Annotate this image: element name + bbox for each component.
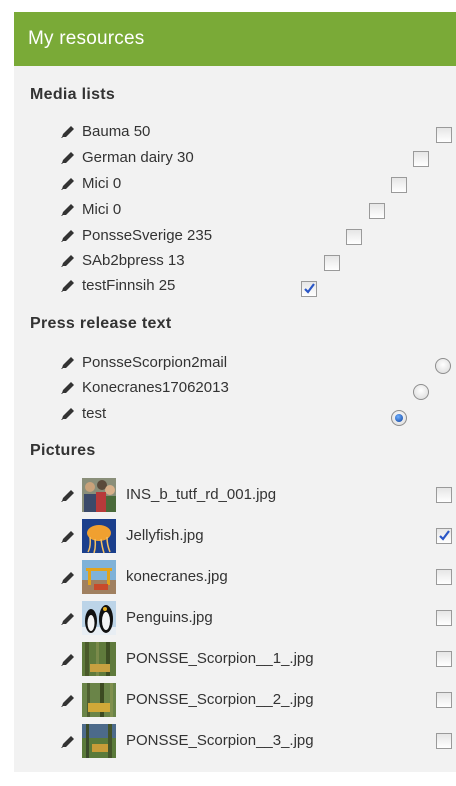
media-list-checkbox[interactable] bbox=[301, 281, 317, 297]
resources-header: My resources bbox=[14, 12, 456, 66]
checkmark-icon bbox=[304, 283, 315, 294]
crowd-photo-thumbnail[interactable] bbox=[82, 478, 116, 512]
picture-checkbox[interactable] bbox=[436, 569, 452, 585]
picture-checkbox[interactable] bbox=[436, 651, 452, 667]
press-release-label[interactable]: PonsseScorpion2mail bbox=[82, 353, 227, 373]
picture-label[interactable]: Penguins.jpg bbox=[126, 608, 213, 628]
picture-checkbox[interactable] bbox=[436, 487, 452, 503]
press-release-label[interactable]: Konecranes17062013 bbox=[82, 378, 229, 398]
edit-pencil-icon[interactable] bbox=[60, 203, 76, 217]
edit-pencil-icon[interactable] bbox=[60, 530, 76, 544]
picture-label[interactable]: PONSSE_Scorpion__2_.jpg bbox=[126, 690, 314, 710]
media-list-checkbox[interactable] bbox=[369, 203, 385, 219]
picture-label[interactable]: Jellyfish.jpg bbox=[126, 526, 204, 546]
edit-pencil-icon[interactable] bbox=[60, 356, 76, 370]
picture-checkbox[interactable] bbox=[436, 528, 452, 544]
press-release-label[interactable]: test bbox=[82, 404, 106, 424]
media-list-label[interactable]: testFinnsih 25 bbox=[82, 276, 175, 296]
picture-checkbox[interactable] bbox=[436, 610, 452, 626]
section-title-media-lists: Media lists bbox=[30, 86, 116, 103]
edit-pencil-icon[interactable] bbox=[60, 125, 76, 139]
picture-checkbox[interactable] bbox=[436, 692, 452, 708]
picture-label[interactable]: PONSSE_Scorpion__1_.jpg bbox=[126, 649, 314, 669]
media-list-label[interactable]: Bauma 50 bbox=[82, 122, 150, 142]
media-list-checkbox[interactable] bbox=[413, 151, 429, 167]
media-list-checkbox[interactable] bbox=[346, 229, 362, 245]
forest-machine-photo-thumbnail[interactable] bbox=[82, 683, 116, 717]
media-list-label[interactable]: SAb2bpress 13 bbox=[82, 251, 185, 271]
media-list-checkbox[interactable] bbox=[436, 127, 452, 143]
edit-pencil-icon[interactable] bbox=[60, 571, 76, 585]
media-list-checkbox[interactable] bbox=[324, 255, 340, 271]
edit-pencil-icon[interactable] bbox=[60, 694, 76, 708]
edit-pencil-icon[interactable] bbox=[60, 229, 76, 243]
edit-pencil-icon[interactable] bbox=[60, 151, 76, 165]
media-list-label[interactable]: Mici 0 bbox=[82, 200, 121, 220]
edit-pencil-icon[interactable] bbox=[60, 735, 76, 749]
media-list-checkbox[interactable] bbox=[391, 177, 407, 193]
press-release-radio[interactable] bbox=[435, 358, 451, 374]
media-list-label[interactable]: Mici 0 bbox=[82, 174, 121, 194]
edit-pencil-icon[interactable] bbox=[60, 653, 76, 667]
crane-photo-thumbnail[interactable] bbox=[82, 560, 116, 594]
edit-pencil-icon[interactable] bbox=[60, 381, 76, 395]
press-release-radio[interactable] bbox=[413, 384, 429, 400]
picture-label[interactable]: INS_b_tutf_rd_001.jpg bbox=[126, 485, 276, 505]
checkmark-icon bbox=[439, 530, 450, 541]
picture-label[interactable]: konecranes.jpg bbox=[126, 567, 228, 587]
forest-machine-photo-thumbnail[interactable] bbox=[82, 724, 116, 758]
edit-pencil-icon[interactable] bbox=[60, 489, 76, 503]
media-list-label[interactable]: German dairy 30 bbox=[82, 148, 194, 168]
jellyfish-photo-thumbnail[interactable] bbox=[82, 519, 116, 553]
radio-selected-dot bbox=[395, 414, 403, 422]
edit-pencil-icon[interactable] bbox=[60, 279, 76, 293]
penguins-photo-thumbnail[interactable] bbox=[82, 601, 116, 635]
picture-checkbox[interactable] bbox=[436, 733, 452, 749]
press-release-radio[interactable] bbox=[391, 410, 407, 426]
edit-pencil-icon[interactable] bbox=[60, 407, 76, 421]
media-list-label[interactable]: PonsseSverige 235 bbox=[82, 226, 212, 246]
section-title-pictures: Pictures bbox=[30, 442, 96, 459]
edit-pencil-icon[interactable] bbox=[60, 254, 76, 268]
forest-machine-photo-thumbnail[interactable] bbox=[82, 642, 116, 676]
section-title-press-release: Press release text bbox=[30, 315, 172, 332]
edit-pencil-icon[interactable] bbox=[60, 177, 76, 191]
picture-label[interactable]: PONSSE_Scorpion__3_.jpg bbox=[126, 731, 314, 751]
edit-pencil-icon[interactable] bbox=[60, 612, 76, 626]
panel-title: My resources bbox=[28, 28, 145, 49]
